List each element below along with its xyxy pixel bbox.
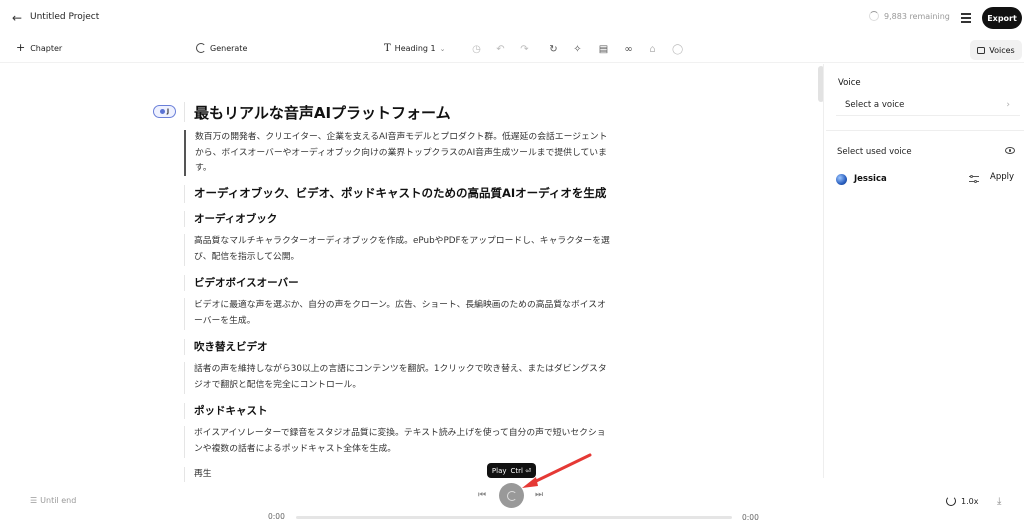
paragraph-block[interactable]: オーディオブック、ビデオ、ポッドキャストのための高品質AIオーディオを生成: [184, 185, 606, 203]
heading-select[interactable]: T Heading 1 ⌄: [384, 43, 445, 54]
apply-button[interactable]: Apply: [990, 172, 1014, 182]
paragraph-block[interactable]: 吹き替えビデオ: [184, 339, 268, 355]
undo-icon[interactable]: ↶: [495, 44, 506, 55]
generate-label: Generate: [210, 43, 248, 53]
heading-3[interactable]: 吹き替えビデオ: [194, 339, 268, 354]
refresh-icon: [196, 43, 206, 53]
heading-select-value: Heading 1: [394, 44, 436, 53]
paragraph-line[interactable]: ジオで翻訳と配信を完全にコントロール。: [194, 378, 607, 394]
time-elapsed: 0:00: [268, 512, 285, 521]
add-chapter-button[interactable]: + Chapter: [16, 41, 63, 54]
pronunciation-icon[interactable]: ▤: [598, 44, 609, 55]
paragraph-line[interactable]: び、配信を指示して公開。: [194, 250, 610, 266]
credits-remaining: 9,883 remaining: [869, 11, 950, 21]
paragraph-block[interactable]: ビデオに最適な声を選ぶか、自分の声をクローン。広告、ショート、長編映画のための高…: [184, 298, 606, 330]
paragraph-line[interactable]: す。: [195, 161, 607, 177]
until-end-toggle[interactable]: ☰ Until end: [30, 496, 76, 505]
loading-spinner-icon: [506, 490, 517, 501]
editor-area: J 最もリアルな音声AIプラットフォーム 数百万の開発者、クリエイター、企業を支…: [0, 64, 812, 482]
speaker-avatar: [159, 109, 165, 114]
paragraph-line[interactable]: 高品質なマルチキャラクターオーディオブックを作成。ePubやPDFをアップロード…: [194, 234, 610, 250]
paragraph-block[interactable]: オーディオブック: [184, 211, 277, 227]
paragraph-line[interactable]: ビデオに最適な声を選ぶか、自分の声をクローン。広告、ショート、長編映画のための高…: [194, 298, 606, 314]
heading-2[interactable]: オーディオブック、ビデオ、ポッドキャストのための高品質AIオーディオを生成: [194, 185, 606, 201]
heading-3[interactable]: ポッドキャスト: [194, 403, 268, 418]
magic-icon[interactable]: ✧: [572, 44, 583, 55]
voices-label: Voices: [989, 45, 1015, 55]
paragraph-line[interactable]: から、ボイスオーバーやオーディオブック向けの業界トップクラスのAI音声生成ツール…: [195, 146, 607, 162]
voice-select[interactable]: Select a voice ›: [836, 94, 1020, 116]
lock-icon[interactable]: ⌂: [647, 44, 658, 55]
paragraph-line[interactable]: 再生: [194, 467, 212, 482]
paragraph-line[interactable]: ーバーを生成。: [194, 314, 606, 330]
heading-3[interactable]: オーディオブック: [194, 211, 277, 226]
paragraph-line[interactable]: ボイスアイソレーターで録音をスタジオ品質に変換。テキスト読み上げを使って自分の声…: [194, 426, 606, 442]
annotation-arrow: [522, 453, 592, 488]
generate-button[interactable]: Generate: [196, 43, 247, 53]
voice-select-placeholder: Select a voice: [845, 99, 905, 110]
speaker-chip[interactable]: J: [153, 105, 176, 118]
settings-sliders-icon[interactable]: [969, 174, 979, 184]
heading-1[interactable]: 最もリアルな音声AIプラットフォーム: [194, 102, 451, 123]
arrow-left-icon[interactable]: ←: [12, 11, 24, 25]
editor-toolbar: + Chapter Generate T Heading 1 ⌄ ◷ ↶ ↷ ↻…: [0, 37, 1024, 63]
skip-back-icon[interactable]: ⏮: [478, 490, 486, 500]
remaining-text: 9,883 remaining: [884, 11, 950, 21]
speed-gauge-icon: [946, 496, 956, 506]
used-voice-name: Jessica: [854, 174, 887, 184]
plus-icon: +: [16, 41, 26, 54]
text-style-icon: T: [384, 43, 391, 54]
voice-section-label: Voice: [838, 78, 861, 88]
paragraph-block[interactable]: 最もリアルな音声AIプラットフォーム: [184, 102, 451, 122]
regenerate-icon[interactable]: ↻: [548, 44, 559, 55]
eye-icon[interactable]: [1005, 147, 1015, 154]
time-total: 0:00: [742, 513, 759, 522]
chapter-label: Chapter: [30, 43, 63, 53]
top-bar: ← Untitled Project 9,883 remaining Expor…: [0, 0, 1024, 36]
panel-divider: [823, 64, 824, 478]
paragraph-block[interactable]: 再生: [184, 467, 212, 482]
list-icon: ☰: [30, 496, 38, 505]
link-icon[interactable]: ∞: [623, 44, 634, 55]
hamburger-menu-icon[interactable]: [958, 10, 974, 26]
heading-3[interactable]: ビデオボイスオーバー: [194, 275, 299, 290]
project-title[interactable]: Untitled Project: [30, 12, 99, 22]
voices-icon: [977, 46, 986, 54]
playback-speed-button[interactable]: 1.0x: [946, 496, 978, 506]
loading-icon: [869, 11, 879, 21]
until-end-label: Until end: [40, 496, 77, 505]
tooltip-label: Play: [491, 466, 507, 475]
paragraph-block[interactable]: 話者の声を維持しながら30以上の言語にコンテンツを翻訳。1クリックで吹き替え、ま…: [184, 362, 607, 394]
playback-speed-value: 1.0x: [961, 496, 979, 506]
download-icon[interactable]: ⤓: [997, 496, 1001, 507]
voice-avatar: [836, 173, 847, 185]
paragraph-block[interactable]: 数百万の開発者、クリエイター、企業を支えるAI音声モデルとプロダクト群。低遅延の…: [184, 130, 607, 176]
paragraph-block[interactable]: 高品質なマルチキャラクターオーディオブックを作成。ePubやPDFをアップロード…: [184, 234, 610, 266]
used-voice-label: Select used voice: [837, 147, 912, 157]
speaker-initial: J: [166, 108, 170, 115]
chevron-down-icon: ⌄: [439, 44, 446, 53]
paragraph-block[interactable]: ビデオボイスオーバー: [184, 275, 299, 291]
paragraph-line[interactable]: 数百万の開発者、クリエイター、企業を支えるAI音声モデルとプロダクト群。低遅延の…: [195, 130, 607, 146]
comment-icon[interactable]: ◯: [672, 44, 683, 55]
export-button[interactable]: Export: [982, 7, 1022, 29]
voices-tab-button[interactable]: Voices: [970, 40, 1022, 60]
history-icon[interactable]: ◷: [471, 44, 482, 55]
divider: [826, 130, 1024, 131]
paragraph-block[interactable]: ポッドキャスト: [184, 403, 268, 419]
playback-progress-bar[interactable]: [296, 516, 732, 519]
paragraph-line[interactable]: 話者の声を維持しながら30以上の言語にコンテンツを翻訳。1クリックで吹き替え、ま…: [194, 362, 607, 378]
chevron-right-icon: ›: [1006, 99, 1010, 110]
used-voice-row[interactable]: Jessica Apply: [836, 172, 1020, 186]
redo-icon[interactable]: ↷: [519, 44, 530, 55]
